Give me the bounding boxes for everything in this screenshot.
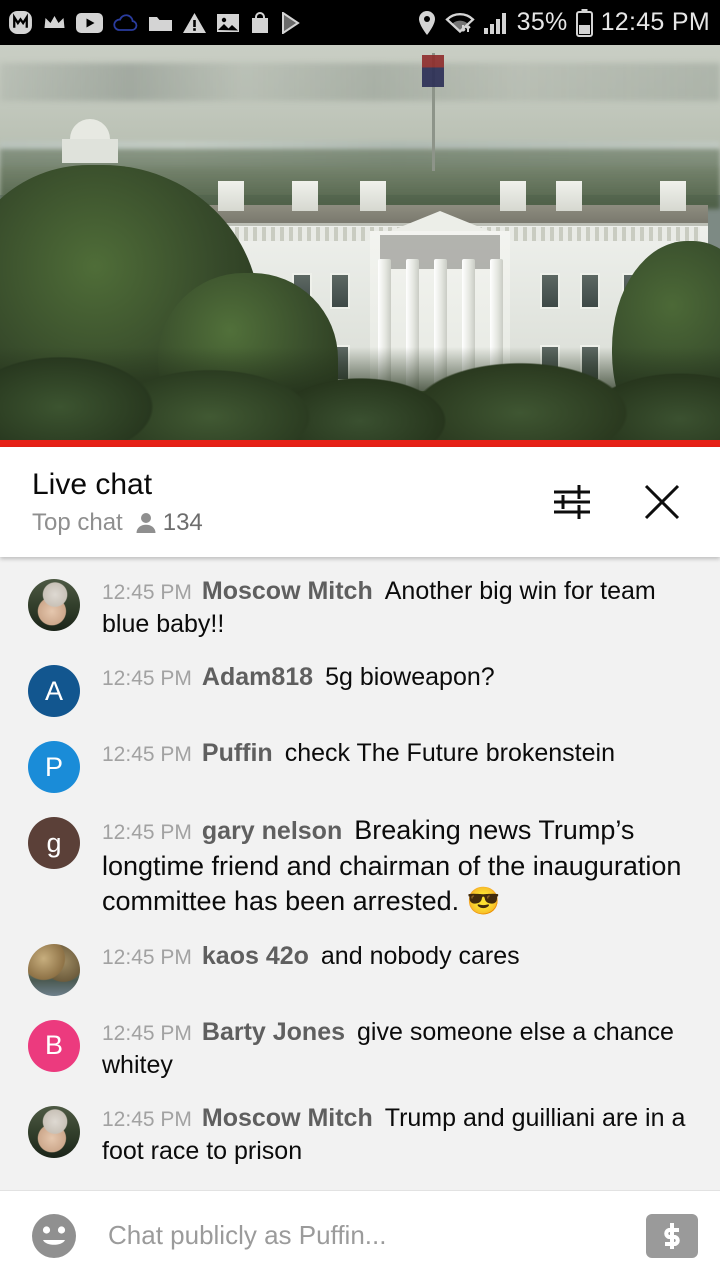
- chat-message-row[interactable]: 12:45 PM Moscow Mitch Another big win for …: [0, 565, 720, 651]
- chat-message-list[interactable]: 12:45 PM Moscow Mitch Another big win for …: [0, 557, 720, 1190]
- foreground-tree-canopy: [0, 347, 720, 447]
- message-author[interactable]: Moscow Mitch: [192, 1104, 373, 1132]
- message-text: and nobody cares: [320, 941, 520, 970]
- cell-signal-icon: [483, 12, 506, 34]
- message-author[interactable]: kaos 42o: [192, 942, 309, 970]
- live-chat-subheader: Top chat 134: [32, 509, 546, 537]
- avatar[interactable]: B: [28, 1019, 80, 1072]
- chat-message-row[interactable]: g 12:45 PM gary nelson Breaking news Trump…: [0, 803, 720, 930]
- close-icon: [644, 484, 680, 520]
- photo-icon: [217, 13, 239, 32]
- status-bar-system-icons: 35% 12:45 PM: [417, 8, 710, 37]
- status-bar-notification-icons: [8, 10, 302, 35]
- chat-message-body: 12:45 PM Moscow Mitch Trump and guilliani …: [80, 1102, 704, 1168]
- message-author[interactable]: gary nelson: [192, 817, 342, 845]
- avatar[interactable]: [28, 579, 80, 631]
- close-chat-button[interactable]: [636, 476, 688, 528]
- message-timestamp: 12:45 PM: [102, 667, 192, 690]
- clock-label: 12:45 PM: [600, 8, 710, 36]
- jefferson-memorial: [62, 119, 118, 163]
- dollar-icon: [664, 1222, 680, 1249]
- tune-icon: [554, 485, 590, 519]
- cloud-icon: [113, 13, 138, 31]
- message-timestamp: 12:45 PM: [102, 1021, 192, 1045]
- message-text: check The Future brokenstein: [284, 739, 615, 767]
- live-chat-header-texts: Live chat Top chat 134: [32, 467, 546, 537]
- chat-settings-button[interactable]: [546, 476, 598, 528]
- chat-message-body: 12:45 PM Puffin check The Future brokenste…: [80, 737, 704, 770]
- message-author[interactable]: Moscow Mitch: [192, 577, 373, 605]
- play-store-icon: [282, 11, 300, 34]
- avatar[interactable]: P: [28, 741, 80, 793]
- message-timestamp: 12:45 PM: [102, 581, 192, 604]
- shopping-bag-icon: [252, 11, 268, 33]
- chat-message-input[interactable]: Chat publicly as Puffin...: [98, 1220, 628, 1251]
- location-pin-icon: [418, 10, 435, 35]
- wifi-icon: [444, 12, 475, 33]
- person-icon: [136, 513, 156, 534]
- message-timestamp: 12:45 PM: [102, 1107, 192, 1131]
- live-chat-header-actions: [546, 476, 698, 528]
- chat-mode-label[interactable]: Top chat: [32, 509, 123, 537]
- emoji-picker-button[interactable]: [28, 1210, 80, 1262]
- emoji-face-icon: [32, 1213, 76, 1258]
- chat-message-row[interactable]: 12:45 PM Moscow Mitch Trump and guilliani …: [0, 1092, 720, 1178]
- messenger-m-icon: [9, 11, 32, 34]
- video-player[interactable]: [0, 45, 720, 447]
- distant-city-skyline: [0, 63, 720, 101]
- chat-message-body: 12:45 PM Adam818 5g bioweapon?: [80, 661, 704, 694]
- battery-percent-label: 35%: [516, 8, 568, 36]
- super-chat-button[interactable]: [646, 1213, 698, 1258]
- folder-icon: [149, 16, 172, 31]
- chat-message-row[interactable]: A 12:45 PM Adam818 5g bioweapon?: [0, 651, 720, 727]
- viewer-count: 134: [135, 509, 203, 537]
- message-timestamp: 12:45 PM: [102, 945, 192, 969]
- american-flag: [422, 55, 444, 87]
- avatar[interactable]: [28, 1105, 80, 1158]
- battery-icon: [575, 8, 593, 37]
- avatar-letter: B: [44, 1030, 63, 1061]
- chat-message-body: 12:45 PM gary nelson Breaking news Trump’s…: [80, 813, 704, 920]
- live-chat-header: Live chat Top chat 134: [0, 447, 720, 557]
- crown-icon: [44, 15, 65, 30]
- message-author[interactable]: Barty Jones: [192, 1018, 345, 1046]
- avatar-letter: g: [46, 827, 62, 858]
- chat-message-body: 12:45 PM kaos 42o and nobody cares: [80, 940, 704, 973]
- live-chat-title: Live chat: [32, 467, 153, 501]
- chat-message-row[interactable]: 12:45 PM kaos 42o and nobody cares: [0, 930, 720, 1006]
- chat-message-body: 12:45 PM Barty Jones give someone else a c…: [80, 1016, 704, 1082]
- status-bar: 35% 12:45 PM: [0, 0, 720, 45]
- message-text: 5g bioweapon?: [325, 663, 495, 691]
- avatar[interactable]: [28, 943, 80, 996]
- avatar-letter: A: [44, 675, 63, 706]
- chat-message-body: 12:45 PM Moscow Mitch Another big win for …: [80, 575, 704, 641]
- avatar-letter: P: [44, 751, 63, 782]
- chat-input-bar: Chat publicly as Puffin...: [0, 1190, 720, 1280]
- chat-message-row[interactable]: B 12:45 PM Barty Jones give someone else a…: [0, 1006, 720, 1092]
- message-author[interactable]: Puffin: [192, 739, 273, 767]
- chat-message-row[interactable]: P 12:45 PM Puffin check The Future brokens…: [0, 727, 720, 803]
- avatar[interactable]: A: [28, 665, 80, 717]
- message-timestamp: 12:45 PM: [102, 821, 192, 844]
- youtube-live-chat-screen: 35% 12:45 PM Live chat Top chat 134 12:4…: [0, 0, 720, 1280]
- youtube-icon: [76, 12, 103, 33]
- video-progress-bar[interactable]: [0, 440, 720, 447]
- warning-triangle-icon: [183, 12, 206, 33]
- avatar[interactable]: g: [28, 817, 80, 869]
- message-author[interactable]: Adam818: [192, 663, 313, 691]
- message-timestamp: 12:45 PM: [102, 743, 192, 766]
- viewer-count-label: 134: [162, 509, 203, 537]
